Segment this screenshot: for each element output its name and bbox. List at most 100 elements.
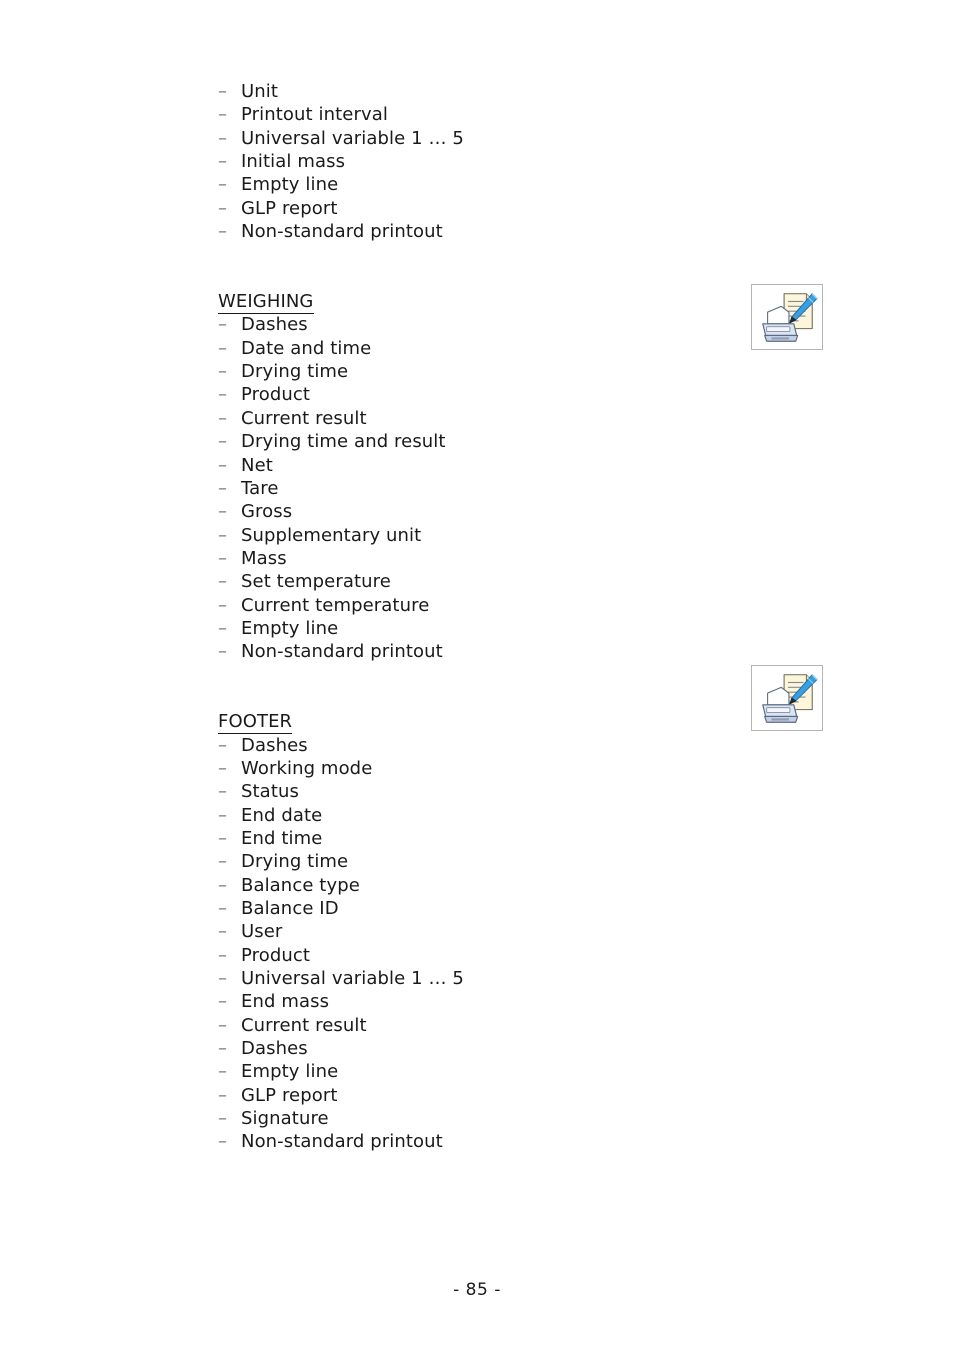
dash-bullet-icon: –: [218, 501, 228, 523]
list-item: – Drying time: [218, 850, 718, 873]
dash-bullet-icon: –: [218, 104, 228, 126]
list-item: – GLP report: [218, 1084, 718, 1107]
dash-bullet-icon: –: [218, 454, 228, 476]
page-number: - 85 -: [453, 1280, 501, 1300]
list-item-label: Dashes: [241, 314, 308, 336]
list-item-label: Drying time and result: [241, 431, 446, 453]
list-item: – Universal variable 1 … 5: [218, 127, 718, 150]
dash-bullet-icon: –: [218, 151, 228, 173]
list-item: – Balance type: [218, 874, 718, 897]
list-item: – Current temperature: [218, 594, 718, 617]
dash-bullet-icon: –: [218, 828, 228, 849]
list-item: – Product: [218, 944, 718, 967]
list-item: – Gross: [218, 500, 718, 523]
list-item-label: Current result: [241, 1014, 367, 1036]
dash-bullet-icon: –: [218, 127, 228, 149]
dash-bullet-icon: –: [218, 991, 228, 1013]
list-item-label: Current result: [241, 407, 367, 429]
dash-bullet-icon: –: [218, 384, 228, 406]
list-item: – Empty line: [218, 1060, 718, 1083]
list-item-label: Net: [241, 454, 273, 476]
list-item-label: Universal variable 1 … 5: [241, 968, 464, 990]
document-page: – Unit – Printout interval – Universal vari…: [0, 0, 954, 1350]
list-weighing: – Dashes – Date and time – Drying time – Pro…: [218, 313, 718, 663]
list-item-label: Balance type: [241, 874, 360, 896]
list-item: – Current result: [218, 1014, 718, 1037]
list-item-label: End time: [241, 828, 323, 849]
list-item: – Mass: [218, 547, 718, 570]
list-item-label: Printout interval: [241, 104, 388, 126]
list-item: – Dashes: [218, 1037, 718, 1060]
list-item: – End date: [218, 804, 718, 827]
list-item-label: Dashes: [241, 734, 308, 756]
dash-bullet-icon: –: [218, 1061, 228, 1083]
list-continued: – Unit – Printout interval – Universal vari…: [218, 80, 718, 243]
section-heading-label: FOOTER: [218, 711, 293, 735]
dash-bullet-icon: –: [218, 968, 228, 990]
list-item: – Non-standard printout: [218, 640, 718, 663]
list-item: – Non-standard printout: [218, 220, 718, 243]
dash-bullet-icon: –: [218, 1014, 228, 1036]
section-heading-weighing: WEIGHING: [218, 290, 718, 315]
list-item-label: Initial mass: [241, 151, 346, 173]
dash-bullet-icon: –: [218, 921, 228, 943]
dash-bullet-icon: –: [218, 594, 228, 616]
list-item: – Non-standard printout: [218, 1130, 718, 1153]
list-item-label: Empty line: [241, 1061, 339, 1083]
page-content: – Unit – Printout interval – Universal vari…: [218, 80, 718, 1154]
dash-bullet-icon: –: [218, 734, 228, 756]
list-item: – Set temperature: [218, 570, 718, 593]
dash-bullet-icon: –: [218, 781, 228, 803]
list-item: – Net: [218, 454, 718, 477]
section-heading-footer: FOOTER: [218, 710, 718, 735]
dash-bullet-icon: –: [218, 874, 228, 896]
list-item: – Drying time: [218, 360, 718, 383]
dash-bullet-icon: –: [218, 641, 228, 663]
list-item: – GLP report: [218, 197, 718, 220]
dash-bullet-icon: –: [218, 81, 228, 102]
list-item-label: Balance ID: [241, 898, 339, 920]
list-item-label: Drying time: [241, 851, 349, 873]
dash-bullet-icon: –: [218, 361, 228, 383]
list-item-label: Unit: [241, 81, 279, 102]
list-item: – Supplementary unit: [218, 524, 718, 547]
list-item-label: Universal variable 1 … 5: [241, 127, 464, 149]
list-item: – User: [218, 920, 718, 943]
dash-bullet-icon: –: [218, 1038, 228, 1060]
dash-bullet-icon: –: [218, 1131, 228, 1153]
list-item-label: Supplementary unit: [241, 524, 422, 546]
list-item-label: Signature: [241, 1108, 329, 1130]
margin-icon-box-footer: [751, 665, 823, 731]
list-item: – Initial mass: [218, 150, 718, 173]
list-item: – Universal variable 1 … 5: [218, 967, 718, 990]
list-item: – Signature: [218, 1107, 718, 1130]
printer-document-pen-icon: [762, 674, 818, 723]
list-item-label: End date: [241, 804, 323, 826]
dash-bullet-icon: –: [218, 174, 228, 196]
list-item: – End mass: [218, 990, 718, 1013]
list-item-label: GLP report: [241, 1084, 338, 1106]
dash-bullet-icon: –: [218, 314, 228, 336]
list-item-label: Gross: [241, 501, 293, 523]
list-item-label: Empty line: [241, 174, 339, 196]
list-item: – Drying time and result: [218, 430, 718, 453]
list-item-label: Set temperature: [241, 571, 391, 593]
list-item: – Product: [218, 383, 718, 406]
dash-bullet-icon: –: [218, 898, 228, 920]
dash-bullet-icon: –: [218, 851, 228, 873]
list-item-label: Product: [241, 384, 311, 406]
list-item: – Dashes: [218, 313, 718, 336]
list-item-label: Date and time: [241, 337, 372, 359]
list-item: – Working mode: [218, 757, 718, 780]
dash-bullet-icon: –: [218, 407, 228, 429]
list-item: – Date and time: [218, 337, 718, 360]
dash-bullet-icon: –: [218, 1108, 228, 1130]
list-item-label: User: [241, 921, 283, 943]
dash-bullet-icon: –: [218, 431, 228, 453]
list-item: – Empty line: [218, 617, 718, 640]
list-item: – Empty line: [218, 173, 718, 196]
dash-bullet-icon: –: [218, 197, 228, 219]
list-item: – Current result: [218, 407, 718, 430]
